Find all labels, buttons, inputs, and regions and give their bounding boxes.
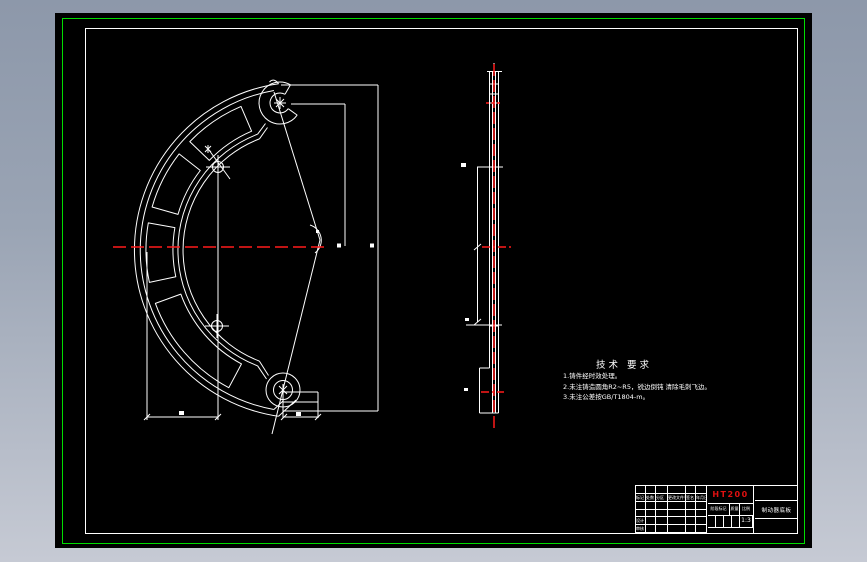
role-checker: 审核 <box>636 525 646 533</box>
side-view-part <box>461 63 503 414</box>
title-block: 标记 处数 分区 更改文件号 签名 年月日 设计 审核 HT200 阶段标记 质… <box>635 485 798 533</box>
scale-label: 比例 <box>742 506 750 511</box>
scale-value: 1:3 <box>740 516 753 527</box>
title-block-labels-row: 阶段标记 质量 比例 <box>708 504 753 516</box>
technical-requirements: 技术 要求 1.铸件经时效处理。 2.未注铸造圆角R2~R5，锐边倒钝 清除毛刺… <box>563 357 723 403</box>
part-name-cell: 制动器底板 <box>755 501 798 519</box>
technical-requirements-title: 技术 要求 <box>596 360 653 371</box>
technical-requirement-item: 1.铸件经时效处理。 <box>563 372 622 380</box>
role-designer: 设计 <box>636 517 646 526</box>
technical-requirement-item: 3.未注公差按GB/T1804-m。 <box>563 393 650 401</box>
title-block-middle: HT200 阶段标记 质量 比例 1:3 <box>708 486 754 533</box>
weight-label: 质量 <box>730 504 740 515</box>
construction-lines <box>271 91 322 435</box>
rev-header-sign: 签名 <box>686 493 696 502</box>
drawing-geometry <box>113 63 514 435</box>
material-cell: HT200 <box>708 486 753 504</box>
technical-requirement-item: 2.未注铸造圆角R2~R5，锐边倒钝 清除毛刺飞边。 <box>563 382 712 391</box>
title-block-right: 制动器底板 <box>755 486 798 533</box>
part-name: 制动器底板 <box>761 507 792 514</box>
main-view-part <box>134 79 379 435</box>
stage-label: 阶段标记 <box>708 504 730 515</box>
rev-header-date: 年月日 <box>696 493 707 502</box>
revision-grid: 标记 处数 分区 更改文件号 签名 年月日 设计 审核 <box>636 486 708 533</box>
side-view-dimensions <box>461 163 503 391</box>
rev-header-docno: 更改文件号 <box>668 493 686 502</box>
cam-hook-feature <box>257 79 298 140</box>
web-hole-bottom <box>205 314 229 338</box>
cad-application-window: 技术 要求 1.铸件经时效处理。 2.未注铸造圆角R2~R5，锐边倒钝 清除毛刺… <box>0 0 867 562</box>
material-designation: HT200 <box>712 490 749 499</box>
rev-header-zone: 分区 <box>656 493 668 502</box>
rev-header-mark: 标记 <box>636 493 646 502</box>
stage-mark-boxes: 1:3 <box>708 516 753 528</box>
rev-header-count: 处数 <box>646 493 656 502</box>
